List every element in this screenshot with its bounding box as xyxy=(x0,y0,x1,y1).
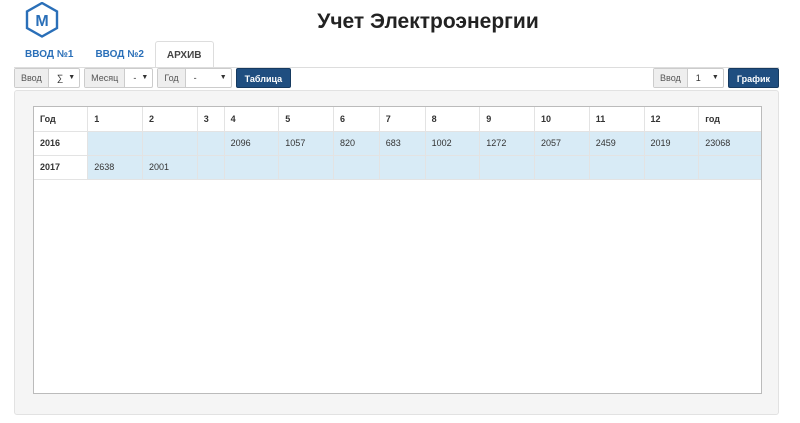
chevron-down-icon: ▼ xyxy=(68,74,76,81)
tab-archive[interactable]: АРХИВ xyxy=(154,41,214,68)
table-cell xyxy=(224,155,280,180)
archive-table: Год 1 2 3 4 5 6 7 8 9 10 11 12 год 2016 xyxy=(34,107,761,180)
table-cell: 2057 xyxy=(534,131,590,156)
table-row: 2016 2096 1057 820 683 1002 1272 2057 24… xyxy=(34,131,761,156)
header-month-8: 8 xyxy=(425,107,481,132)
header-month-4: 4 xyxy=(224,107,280,132)
archive-panel: Год 1 2 3 4 5 6 7 8 9 10 11 12 год 2016 xyxy=(14,90,779,415)
month-select-label: Месяц xyxy=(85,69,126,87)
vvod-select[interactable]: ∑ ▼ xyxy=(49,69,79,87)
table-cell xyxy=(197,155,225,180)
row-year: 2016 xyxy=(34,131,89,156)
header-month-9: 9 xyxy=(479,107,536,132)
chart-button[interactable]: График xyxy=(727,68,779,88)
tab-vvod-2[interactable]: ВВОД №2 xyxy=(84,41,154,68)
table-cell-total: 23068 xyxy=(698,131,761,156)
header-year: Год xyxy=(34,107,89,132)
table-cell: 820 xyxy=(333,131,380,156)
filter-toolbar: Ввод ∑ ▼ Месяц - ▼ Год - ▼ Таблица xyxy=(14,68,292,88)
header-month-7: 7 xyxy=(379,107,426,132)
month-select[interactable]: - ▼ xyxy=(125,69,152,87)
chevron-down-icon: ▼ xyxy=(711,74,719,81)
table-cell: 2638 xyxy=(87,155,143,180)
table-cell: 2459 xyxy=(589,131,645,156)
table-cell: 1057 xyxy=(278,131,335,156)
tab-vvod-1[interactable]: ВВОД №1 xyxy=(14,41,84,68)
table-cell xyxy=(589,155,645,180)
header-month-6: 6 xyxy=(333,107,380,132)
table-cell xyxy=(197,131,225,156)
header-month-10: 10 xyxy=(534,107,590,132)
vvod-right-select-label: Ввод xyxy=(654,69,688,87)
table-cell xyxy=(425,155,481,180)
table-cell: 683 xyxy=(379,131,426,156)
year-select-group: Год - ▼ xyxy=(157,68,232,88)
table-cell xyxy=(87,131,143,156)
header-month-11: 11 xyxy=(589,107,645,132)
year-select-label: Год xyxy=(158,69,186,87)
table-cell xyxy=(644,155,700,180)
vvod-select-group: Ввод ∑ ▼ xyxy=(14,68,81,88)
table-cell: 1002 xyxy=(425,131,481,156)
table-cell xyxy=(142,131,198,156)
table-cell: 2001 xyxy=(142,155,198,180)
header-month-3: 3 xyxy=(197,107,225,132)
table-cell-total xyxy=(698,155,761,180)
year-select[interactable]: - ▼ xyxy=(186,69,231,87)
header-month-2: 2 xyxy=(142,107,198,132)
table-cell xyxy=(534,155,590,180)
tab-bar: ВВОД №1 ВВОД №2 АРХИВ xyxy=(14,41,214,68)
vvod-right-select-group: Ввод 1 ▼ xyxy=(653,68,724,88)
table-cell xyxy=(379,155,426,180)
header-month-5: 5 xyxy=(278,107,335,132)
header-month-1: 1 xyxy=(87,107,143,132)
chevron-down-icon: ▼ xyxy=(219,74,227,81)
table-header-row: Год 1 2 3 4 5 6 7 8 9 10 11 12 год xyxy=(34,107,761,132)
table-row: 2017 2638 2001 xyxy=(34,155,761,180)
chart-toolbar: Ввод 1 ▼ График xyxy=(653,68,779,88)
row-year: 2017 xyxy=(34,155,89,180)
table-cell: 1272 xyxy=(479,131,536,156)
month-select-group: Месяц - ▼ xyxy=(84,68,154,88)
vvod-right-select[interactable]: 1 ▼ xyxy=(688,69,723,87)
archive-table-frame[interactable]: Год 1 2 3 4 5 6 7 8 9 10 11 12 год 2016 xyxy=(33,106,762,394)
table-cell xyxy=(278,155,335,180)
page-title: Учет Электроэнергии xyxy=(317,10,539,33)
table-cell: 2019 xyxy=(644,131,700,156)
header-month-12: 12 xyxy=(644,107,700,132)
chevron-down-icon: ▼ xyxy=(141,74,149,81)
table-cell xyxy=(479,155,536,180)
header-total: год xyxy=(698,107,761,132)
table-cell xyxy=(333,155,380,180)
table-cell: 2096 xyxy=(224,131,280,156)
table-button[interactable]: Таблица xyxy=(235,68,292,88)
vvod-select-label: Ввод xyxy=(15,69,49,87)
